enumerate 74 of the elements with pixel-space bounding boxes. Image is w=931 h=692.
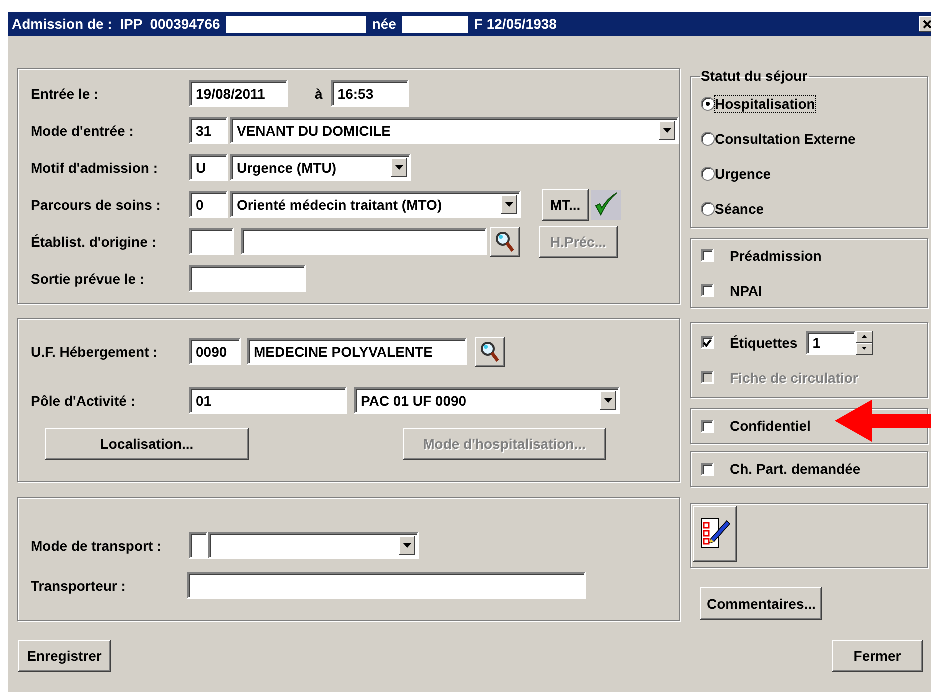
search-icon [495,230,515,252]
text-field[interactable]: MEDECINE POLYVALENTE [247,338,467,365]
checklist-pen-icon [699,517,731,551]
field-label: Mode de transport : [31,538,163,554]
window-title: Admission de : IPP 000394766 [12,16,220,32]
field-label: Pôle d'Activité : [31,392,136,408]
comments-button[interactable]: Commentaires... [700,587,822,620]
field-label: Sortie prévue le : [31,270,146,286]
field-label: U.F. Hébergement : [31,344,159,360]
window-title: F 12/05/1938 [474,16,557,32]
close-icon [922,20,931,28]
code-field[interactable] [189,532,208,559]
checkbox-label[interactable]: Ch. Part. demandée [730,461,861,477]
close-button[interactable]: Fermer [832,640,923,672]
caret-down-icon [402,543,412,548]
caret-down-icon [504,202,514,207]
checkbox[interactable] [701,462,714,476]
code-field[interactable]: 01 [189,387,347,414]
doctor-button[interactable]: MT... [542,188,589,220]
radio-label[interactable]: Urgence [715,166,772,182]
checkbox-label[interactable]: Confidentiel [730,418,811,434]
count-field[interactable]: 1 [806,330,856,354]
field-label: Établist. d'origine : [31,234,158,250]
checkbox[interactable] [701,249,714,262]
date-field[interactable] [189,265,306,292]
spin-up-button[interactable] [856,330,873,342]
field-label: à [315,86,323,102]
code-field[interactable]: 31 [189,117,228,144]
redaction-bar [402,16,468,32]
field-label: Parcours de soins : [31,196,162,212]
dropdown[interactable] [208,532,419,559]
code-field[interactable] [189,228,234,255]
checkbox[interactable] [701,284,714,297]
radio-button[interactable] [701,132,715,146]
search-icon [480,340,500,362]
radio-button[interactable] [701,202,715,216]
close-button[interactable] [919,16,931,32]
text-field[interactable] [241,228,487,255]
search-button[interactable] [475,336,505,366]
checkbox[interactable] [701,420,714,432]
caret-up-icon [862,335,867,338]
dropdown[interactable]: Orienté médecin traitant (MTO) [230,191,521,218]
caret-down-icon [662,128,672,133]
window-title: née [372,16,396,32]
checklist-button[interactable] [693,506,737,562]
save-button[interactable]: Enregistrer [18,640,111,672]
caret-down-icon [394,165,404,170]
dropdown[interactable]: PAC 01 UF 0090 [354,387,620,414]
caret-down-icon [862,347,867,350]
action-button[interactable]: Localisation... [45,428,249,460]
dropdown[interactable]: VENANT DU DOMICILE [230,117,679,144]
checkbox-label[interactable]: Préadmission [730,248,822,264]
radio-label[interactable]: Séance [715,200,764,216]
date-field[interactable]: 19/08/2011 [189,80,288,107]
radio-label[interactable]: Consultation Externe [715,130,856,146]
field-label: Motif d'admission : [31,160,159,176]
code-field[interactable]: U [189,154,228,181]
text-field[interactable] [187,572,586,599]
group-title: Statut du séjour [700,68,809,84]
field-label: Entrée le : [31,86,100,102]
time-field[interactable]: 16:53 [330,80,409,107]
dropdown[interactable]: Urgence (MTU) [230,154,411,181]
checkbox[interactable] [701,336,714,349]
field-label: Mode d'entrée : [31,122,135,138]
radio-label[interactable]: Hospitalisation [715,96,816,112]
code-field[interactable]: 0 [189,191,228,218]
caret-down-icon [604,398,612,403]
checkbox-label[interactable]: NPAI [730,282,762,298]
radio-button[interactable] [701,166,715,180]
code-field[interactable]: 0090 [189,338,241,365]
checkbox-label[interactable]: Étiquettes [730,334,798,350]
search-button[interactable] [490,226,520,256]
field-label: Transporteur : [31,578,127,594]
radio-button[interactable] [701,96,715,110]
